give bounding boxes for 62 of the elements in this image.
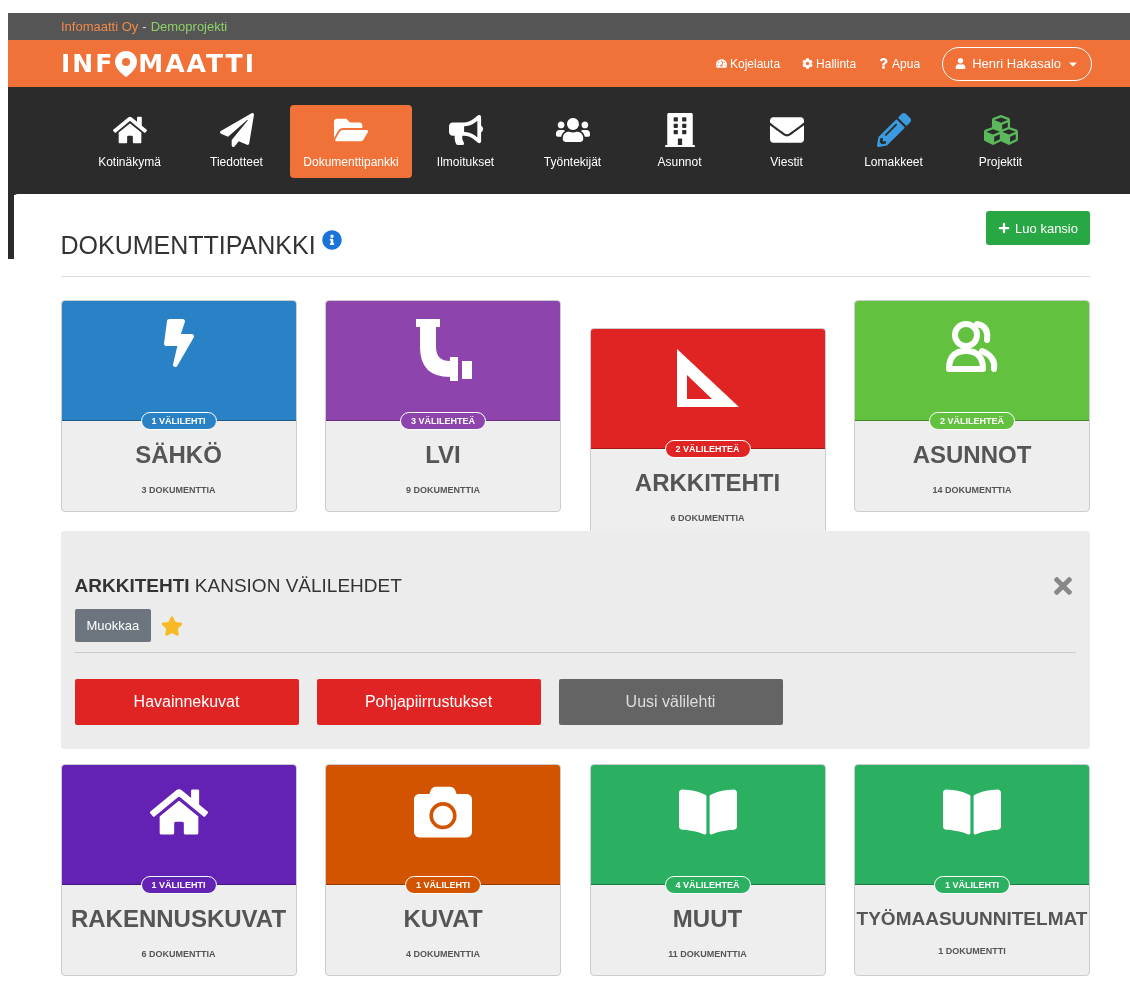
nav-item[interactable]: Viestit (733, 104, 840, 178)
document-count: 4 DOKUMENTTIA (405, 949, 481, 959)
document-count: 14 DOKUMENTTIA (931, 485, 1013, 495)
document-count: 3 DOKUMENTTIA (140, 485, 217, 495)
edit-button[interactable]: Muokkaa (74, 609, 152, 642)
tab-count-badge: 2 VÄLILEHTEÄ (929, 412, 1015, 430)
tab-count-badge: 3 VÄLILEHTEÄ (400, 412, 486, 430)
folder-name: RAKENNUSKUVAT (69, 905, 288, 933)
tab-count-badge: 1 VÄLILEHTI (405, 876, 481, 894)
tab-count-badge: 1 VÄLILEHTI (140, 412, 217, 430)
nav-item[interactable]: Ilmoitukset (412, 104, 519, 178)
document-count: 6 DOKUMENTTIA (140, 949, 217, 959)
folder-tab-button[interactable]: Pohjapiirrustukset (316, 679, 541, 725)
nav-icon (876, 113, 911, 147)
gear-icon (802, 58, 814, 69)
folder-name: SÄHKÖ (134, 441, 223, 469)
folder-name: MUUT (671, 905, 744, 933)
folder-tab-button[interactable]: Havainnekuvat (74, 679, 299, 725)
new-tab-button[interactable]: Uusi välilehti (558, 679, 783, 725)
folder-name: KUVAT (402, 905, 484, 933)
folder-card[interactable]: 1 VÄLILEHTI SÄHKÖ 3 DOKUMENTTIA (60, 300, 297, 512)
page-title: DOKUMENTTIPANKKI (60, 231, 316, 260)
nav-item[interactable]: Lomakkeet (840, 104, 947, 178)
folder-card[interactable]: 3 VÄLILEHTEÄ LVI 9 DOKUMENTTIA (325, 300, 561, 512)
question-icon (878, 58, 890, 69)
gauge-icon (716, 58, 727, 69)
nav-item[interactable]: Tiedotteet (183, 104, 290, 178)
folder-name: ASUNNOT (911, 441, 1033, 469)
document-count: 11 DOKUMENTTIA (667, 949, 748, 959)
folder-card[interactable]: 1 VÄLILEHTI KUVAT 4 DOKUMENTTIA (325, 764, 561, 976)
nav-icon (448, 113, 483, 147)
panel-title: ARKKITEHTI KANSION VÄLILEHDET (74, 575, 402, 597)
document-count: 9 DOKUMENTTIA (405, 485, 481, 495)
folder-name: LVI (424, 441, 462, 469)
project-name: Demoprojekti (150, 19, 228, 34)
tab-count-badge: 1 VÄLILEHTI (140, 876, 217, 894)
nav-item[interactable]: Asunnot (626, 104, 733, 178)
document-count: 1 DOKUMENTTI (937, 946, 1007, 956)
nav-icon (662, 113, 697, 147)
separator: - (142, 19, 147, 34)
tab-count-badge: 1 VÄLILEHTI (934, 876, 1010, 894)
nav-item[interactable]: Projektit (947, 104, 1054, 178)
nav-icon (983, 113, 1018, 147)
folder-card[interactable]: 1 VÄLILEHTI RAKENNUSKUVAT 6 DOKUMENTTIA (60, 764, 297, 976)
folder-name: TYÖMAASUUNNITELMAT (855, 908, 1089, 930)
nav-icon (219, 113, 254, 147)
folder-card[interactable]: 1 VÄLILEHTI TYÖMAASUUNNITELMAT 1 DOKUMENTTI (854, 764, 1090, 976)
document-count: 6 DOKUMENTTIA (669, 513, 746, 523)
tab-count-badge: 2 VÄLILEHTEÄ (664, 440, 751, 458)
nav-item[interactable]: Työntekijät (519, 104, 626, 178)
company-name: Infomaatti Oy (61, 19, 139, 34)
users-icon (944, 319, 1000, 375)
info-icon[interactable] (321, 229, 342, 250)
nav-item[interactable]: Kotinäkymä (76, 104, 183, 178)
folder-name: ARKKITEHTI (633, 469, 782, 497)
tab-count-badge: 4 VÄLILEHTEÄ (664, 876, 751, 894)
star-icon[interactable] (161, 614, 184, 637)
user-icon (955, 58, 967, 69)
folder-card[interactable]: 4 VÄLILEHTEÄ MUUT 11 DOKUMENTTIA (589, 764, 826, 976)
folder-card[interactable]: 2 VÄLILEHTEÄ ASUNNOT 14 DOKUMENTTIA (854, 300, 1090, 512)
folder-card[interactable]: 2 VÄLILEHTEÄ ARKKITEHTI 6 DOKUMENTTIA (589, 328, 826, 531)
plus-icon (998, 222, 1011, 234)
